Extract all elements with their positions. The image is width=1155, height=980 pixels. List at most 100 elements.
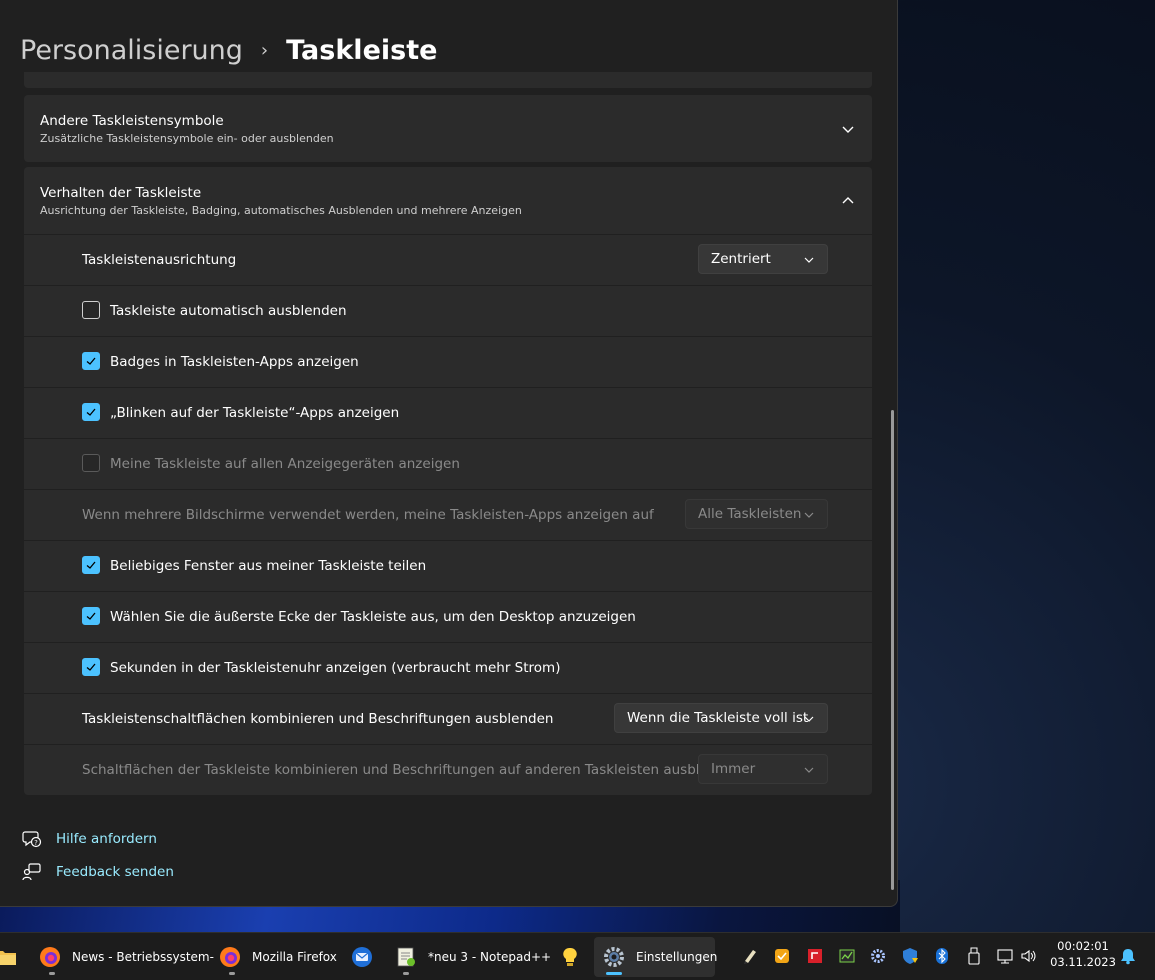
- feedback-icon: [22, 863, 41, 881]
- security-shield-warning-icon[interactable]: [901, 947, 919, 965]
- setting-label: Taskleiste automatisch ausblenden: [110, 303, 347, 319]
- taskbar-app-notepad[interactable]: *neu 3 - Notepad++: [394, 937, 552, 977]
- chevron-down-icon[interactable]: [840, 121, 856, 137]
- setting-all-displays: Meine Taskleiste auf allen Anzeigegeräte…: [24, 439, 872, 489]
- help-chat-icon: ?: [22, 831, 42, 848]
- chevron-down-icon: [804, 257, 814, 263]
- breadcrumb: Personalisierung › Taskleiste: [20, 30, 437, 70]
- section-subtitle: Zusätzliche Taskleistensymbole ein- oder…: [40, 132, 334, 145]
- taskbar-app-thunderbird[interactable]: [350, 937, 376, 977]
- setting-label: Wenn mehrere Bildschirme verwendet werde…: [82, 507, 654, 523]
- active-indicator: [606, 972, 622, 975]
- taskbar-app-firefox[interactable]: Mozilla Firefox: [218, 937, 340, 977]
- running-indicator: [49, 972, 55, 975]
- setting-label: Wählen Sie die äußerste Ecke der Tasklei…: [110, 609, 636, 625]
- folder-icon: [0, 951, 16, 965]
- section-taskbar-behavior[interactable]: Verhalten der Taskleiste Ausrichtung der…: [24, 167, 872, 234]
- taskbar-app-label: Einstellungen: [636, 950, 718, 964]
- feedback-link[interactable]: Feedback senden: [22, 860, 174, 884]
- bluetooth-icon[interactable]: [933, 947, 951, 965]
- breadcrumb-separator: ›: [260, 39, 269, 61]
- app-update-tray-icon[interactable]: [773, 947, 791, 965]
- clock-date: 03.11.2023: [1050, 955, 1116, 969]
- setting-badges[interactable]: Badges in Taskleisten-Apps anzeigen: [24, 337, 872, 387]
- setting-seconds-clock[interactable]: Sekunden in der Taskleistenuhr anzeigen …: [24, 643, 872, 693]
- setting-combine-buttons: Taskleistenschaltflächen kombinieren und…: [24, 694, 872, 744]
- setting-combine-other: Schaltflächen der Taskleiste kombinieren…: [24, 745, 872, 795]
- checkmark-icon: [86, 561, 96, 569]
- section-other-tray-icons[interactable]: Andere Taskleistensymbole Zusätzliche Ta…: [24, 95, 872, 162]
- alignment-dropdown[interactable]: Zentriert: [698, 244, 828, 274]
- help-link-label: Hilfe anfordern: [56, 831, 157, 847]
- taskbar-app-tips[interactable]: [558, 937, 582, 977]
- checkmark-icon: [86, 663, 96, 671]
- gear-tray-icon[interactable]: [869, 947, 887, 965]
- combine-dropdown[interactable]: Wenn die Taskleiste voll ist: [614, 703, 828, 733]
- setting-label: Badges in Taskleisten-Apps anzeigen: [110, 354, 359, 370]
- lightbulb-icon: [563, 947, 577, 966]
- help-link[interactable]: ? Hilfe anfordern: [22, 827, 157, 851]
- setting-corner-desktop[interactable]: Wählen Sie die äußerste Ecke der Tasklei…: [24, 592, 872, 642]
- taskbar-app-label: *neu 3 - Notepad++: [428, 950, 552, 964]
- setting-label: „Blinken auf der Taskleiste“-Apps anzeig…: [110, 405, 400, 421]
- setting-taskbar-alignment: Taskleistenausrichtung Zentriert: [24, 235, 872, 285]
- taskbar-app-firefox-news[interactable]: News - Betriebssystem-: [38, 937, 214, 977]
- running-indicator: [229, 972, 235, 975]
- setting-label: Taskleistenschaltflächen kombinieren und…: [82, 711, 554, 727]
- chevron-down-icon: [804, 512, 814, 518]
- section-title: Andere Taskleistensymbole: [40, 113, 224, 129]
- chevron-down-icon: [804, 767, 814, 773]
- taskbar-file-explorer[interactable]: [0, 937, 22, 977]
- firefox-icon: [220, 947, 240, 967]
- setting-flashing[interactable]: „Blinken auf der Taskleiste“-Apps anzeig…: [24, 388, 872, 438]
- dropdown-value: Wenn die Taskleiste voll ist: [627, 710, 809, 726]
- taskbar-app-settings[interactable]: Einstellungen: [594, 937, 718, 977]
- setting-label: Sekunden in der Taskleistenuhr anzeigen …: [110, 660, 561, 676]
- scrollbar[interactable]: [891, 410, 894, 890]
- dropdown-value: Immer: [711, 761, 756, 777]
- taskbar: News - Betriebssystem- Mozilla Firefox *…: [0, 932, 1155, 980]
- running-indicator: [403, 972, 409, 975]
- section-subtitle: Ausrichtung der Taskleiste, Badging, aut…: [40, 204, 522, 217]
- svg-text:?: ?: [34, 839, 38, 847]
- setting-label: Beliebiges Fenster aus meiner Taskleiste…: [110, 558, 427, 574]
- previous-section-card: [24, 72, 872, 88]
- page-title: Taskleiste: [286, 34, 438, 66]
- volume-icon[interactable]: [1020, 947, 1038, 965]
- setting-share-window[interactable]: Beliebiges Fenster aus meiner Taskleiste…: [24, 541, 872, 591]
- firefox-icon: [40, 947, 60, 967]
- settings-gear-icon: [604, 947, 624, 967]
- thunderbird-icon: [352, 947, 372, 967]
- flashing-checkbox[interactable]: [82, 403, 100, 421]
- network-ethernet-icon[interactable]: [996, 947, 1014, 965]
- usb-drive-icon[interactable]: [965, 947, 983, 965]
- checkmark-icon: [86, 357, 96, 365]
- dropdown-value: Alle Taskleisten: [698, 506, 802, 522]
- seconds-checkbox[interactable]: [82, 658, 100, 676]
- corner-desktop-checkbox[interactable]: [82, 607, 100, 625]
- share-window-checkbox[interactable]: [82, 556, 100, 574]
- checkmark-icon: [86, 408, 96, 416]
- all-displays-checkbox: [82, 454, 100, 472]
- setting-autohide[interactable]: Taskleiste automatisch ausblenden: [24, 286, 872, 336]
- notification-bell-icon[interactable]: [1119, 947, 1137, 965]
- amd-tray-icon[interactable]: [806, 947, 824, 965]
- chevron-down-icon: [804, 716, 814, 722]
- setting-label: Taskleistenausrichtung: [82, 252, 237, 268]
- taskbar-app-label: Mozilla Firefox: [252, 950, 337, 964]
- feedback-link-label: Feedback senden: [56, 864, 174, 880]
- taskbar-clock[interactable]: 00:02:01 03.11.2023: [1048, 938, 1118, 970]
- checkmark-icon: [86, 612, 96, 620]
- pen-tool-tray-icon[interactable]: [741, 947, 759, 965]
- autohide-checkbox[interactable]: [82, 301, 100, 319]
- setting-label: Meine Taskleiste auf allen Anzeigegeräte…: [110, 456, 460, 472]
- taskbar-app-label: News - Betriebssystem-: [72, 950, 214, 964]
- breadcrumb-personalisierung[interactable]: Personalisierung: [20, 35, 243, 66]
- badges-checkbox[interactable]: [82, 352, 100, 370]
- clock-time: 00:02:01: [1057, 939, 1109, 953]
- notepad-plus-plus-icon: [397, 947, 415, 967]
- setting-label: Schaltflächen der Taskleiste kombinieren…: [82, 762, 742, 778]
- settings-window: Personalisierung › Taskleiste Andere Tas…: [0, 0, 898, 907]
- network-monitor-tray-icon[interactable]: [838, 947, 856, 965]
- chevron-up-icon[interactable]: [840, 193, 856, 209]
